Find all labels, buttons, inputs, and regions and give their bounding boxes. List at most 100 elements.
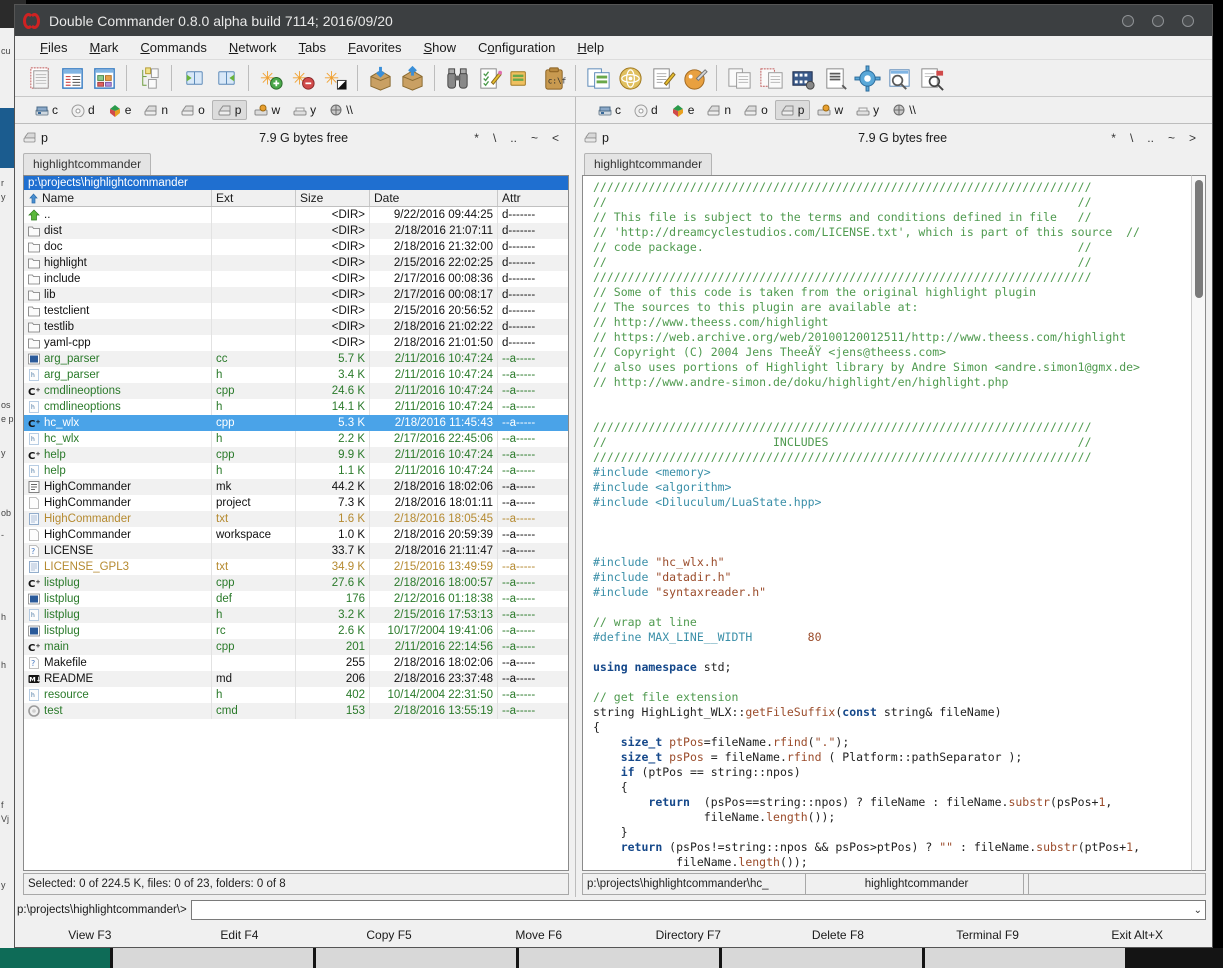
toolbar-button-pack[interactable]	[365, 63, 395, 93]
column-header-attr[interactable]: Attr	[498, 190, 558, 206]
table-row[interactable]: HighCommander txt 1.6 K 2/18/2016 18:05:45-…	[24, 511, 568, 527]
drive-button-n[interactable]: n	[701, 100, 737, 120]
toolbar-button-unpack[interactable]	[397, 63, 427, 93]
toolbar-button-open-right[interactable]	[211, 63, 241, 93]
left-nav-button[interactable]: <	[552, 131, 559, 145]
taskbar-item[interactable]	[925, 948, 1125, 968]
table-row[interactable]: highlight <DIR> 2/15/2016 22:02:25 d-------	[24, 255, 568, 271]
column-header-date[interactable]: Date	[370, 190, 498, 206]
function-key-terminal[interactable]: Terminal F9	[913, 923, 1063, 947]
table-row[interactable]: h hc_wlx h 2.2 K 2/17/2016 22:45:06 --a-----	[24, 431, 568, 447]
right-drive-indicator[interactable]: p	[584, 131, 694, 145]
table-row[interactable]: ? Makefile 255 2/18/2016 18:02:06 --a-----	[24, 655, 568, 671]
maximize-button[interactable]	[1152, 14, 1164, 27]
table-row[interactable]: C⁺ hc_wlx cpp 5.3 K 2/18/2016 11:45:43 --a---…	[24, 415, 568, 431]
table-row[interactable]: LICENSE_GPL3 txt 34.9 K 2/15/2016 13:49:59-…	[24, 559, 568, 575]
left-nav-button[interactable]: ~	[531, 131, 538, 145]
right-nav-button[interactable]: >	[1189, 131, 1196, 145]
toolbar-button-thumbnailview[interactable]	[89, 63, 119, 93]
table-row[interactable]: C⁺ help cpp 9.9 K 2/11/2016 10:47:24 --a-----	[24, 447, 568, 463]
toolbar-button-zoom-window[interactable]	[884, 63, 914, 93]
toolbar-button-cmdx[interactable]: c:\f.x	[538, 63, 568, 93]
toolbar-button-compare[interactable]	[724, 63, 754, 93]
table-row[interactable]: yaml-cpp <DIR> 2/18/2016 21:01:50 d-------	[24, 335, 568, 351]
table-row[interactable]: lib <DIR> 2/17/2016 00:08:17 d-------	[24, 287, 568, 303]
menu-item-network[interactable]: Network	[218, 38, 288, 57]
table-row[interactable]: doc <DIR> 2/18/2016 21:32:00 d-------	[24, 239, 568, 255]
function-key-exit[interactable]: Exit Alt+X	[1062, 923, 1212, 947]
taskbar-active-item[interactable]	[0, 948, 110, 968]
menu-item-mark[interactable]: Mark	[78, 38, 129, 57]
drive-button-o[interactable]: o	[738, 100, 774, 120]
toolbar-button-paint[interactable]	[679, 63, 709, 93]
table-row[interactable]: h arg_parser h 3.4 K 2/11/2016 10:47:24 --a--…	[24, 367, 568, 383]
drive-button-network[interactable]: \\	[323, 100, 359, 120]
left-path-bar[interactable]: p:\projects\highlightcommander	[24, 176, 568, 190]
toolbar-button-open-left[interactable]	[179, 63, 209, 93]
left-nav-button[interactable]: \	[493, 131, 496, 145]
taskbar-item[interactable]	[113, 948, 313, 968]
table-row[interactable]: M↓ README md2062/18/2016 23:37:48 --a-----	[24, 671, 568, 687]
toolbar-button-editor[interactable]	[647, 63, 677, 93]
table-row[interactable]: dist <DIR> 2/18/2016 21:07:11 d-------	[24, 223, 568, 239]
drive-button-n[interactable]: n	[138, 100, 174, 120]
scrollbar-thumb[interactable]	[1195, 180, 1203, 298]
file-viewer[interactable]: ////////////////////////////////////////…	[582, 175, 1191, 871]
toolbar-button-view-file[interactable]	[820, 63, 850, 93]
function-key-edit[interactable]: Edit F4	[165, 923, 315, 947]
table-row[interactable]: listplug def 176 2/12/2016 01:18:38 --a-----	[24, 591, 568, 607]
toolbar-button-mark-invert[interactable]: ✳	[320, 63, 350, 93]
function-key-delete[interactable]: Delete F8	[763, 923, 913, 947]
right-nav-button[interactable]: ..	[1147, 131, 1154, 145]
toolbar-button-mark-plus[interactable]: ✳	[256, 63, 286, 93]
drive-button-network[interactable]: \\	[886, 100, 922, 120]
minimize-button[interactable]	[1122, 14, 1134, 27]
menu-item-favorites[interactable]: Favorites	[337, 38, 412, 57]
drive-button-o[interactable]: o	[175, 100, 211, 120]
table-row[interactable]: HighCommander workspace 1.0 K 2/18/2016 20:…	[24, 527, 568, 543]
left-file-list[interactable]: p:\projects\highlightcommander Name Ext …	[23, 175, 569, 871]
table-row[interactable]: test cmd 153 2/18/2016 13:55:19 --a-----	[24, 703, 568, 719]
drive-button-p[interactable]: p	[211, 100, 248, 120]
toolbar-button-detailedview[interactable]	[57, 63, 87, 93]
function-key-view[interactable]: View F3	[15, 923, 165, 947]
table-row[interactable]: ? LICENSE 33.7 K 2/18/2016 21:11:47 --a-----	[24, 543, 568, 559]
table-row[interactable]: listplug rc 2.6 K 10/17/2004 19:41:06 --a---…	[24, 623, 568, 639]
drive-button-y[interactable]: y	[287, 100, 322, 120]
table-row[interactable]: include <DIR> 2/17/2016 00:08:36 d-------	[24, 271, 568, 287]
menu-item-show[interactable]: Show	[412, 38, 467, 57]
table-row[interactable]: C⁺ cmdlineoptions cpp 24.6 K 2/11/2016 10:47…	[24, 383, 568, 399]
table-row[interactable]: C⁺ main cpp 201 2/11/2016 22:14:56 --a-----	[24, 639, 568, 655]
drive-button-c[interactable]: c	[592, 100, 627, 120]
left-nav-button[interactable]: *	[474, 131, 479, 145]
table-row[interactable]: C⁺ listplug cpp 27.6 K 2/18/2016 18:00:57 --a…	[24, 575, 568, 591]
function-key-copy[interactable]: Copy F5	[314, 923, 464, 947]
menu-item-help[interactable]: Help	[566, 38, 615, 57]
right-tab-highlightcommander[interactable]: highlightcommander	[584, 153, 713, 175]
toolbar-button-options-gear[interactable]	[852, 63, 882, 93]
drive-button-e[interactable]: e	[665, 100, 701, 120]
taskbar-item[interactable]	[722, 948, 922, 968]
table-row[interactable]: h listplug h 3.2 K 2/15/2016 17:53:13 --a----…	[24, 607, 568, 623]
column-header-size[interactable]: Size	[296, 190, 370, 206]
chevron-down-icon[interactable]: ⌄	[1194, 905, 1202, 916]
toolbar-button-multirename[interactable]	[474, 63, 504, 93]
viewer-vertical-scrollbar[interactable]	[1191, 175, 1206, 871]
drive-button-w[interactable]: w	[811, 100, 849, 120]
drive-button-d[interactable]: d	[65, 100, 101, 120]
left-nav-button[interactable]: ..	[510, 131, 517, 145]
taskbar-item[interactable]	[316, 948, 516, 968]
table-row[interactable]: HighCommander project 7.3 K 2/18/2016 18:01…	[24, 495, 568, 511]
drive-button-e[interactable]: e	[102, 100, 138, 120]
column-header-name[interactable]: Name	[24, 190, 212, 206]
left-tab-highlightcommander[interactable]: highlightcommander	[23, 153, 152, 175]
menu-item-files[interactable]: Files	[29, 38, 78, 57]
right-nav-button[interactable]: *	[1111, 131, 1116, 145]
left-drive-indicator[interactable]: p	[23, 131, 133, 145]
menu-item-tabs[interactable]: Tabs	[288, 38, 337, 57]
close-button[interactable]	[1182, 14, 1194, 27]
function-key-directory[interactable]: Directory F7	[614, 923, 764, 947]
table-row[interactable]: testclient <DIR> 2/15/2016 20:56:52 d------…	[24, 303, 568, 319]
table-row[interactable]: .. <DIR> 9/22/2016 09:44:25 d-------	[24, 207, 568, 223]
right-nav-button[interactable]: ~	[1168, 131, 1175, 145]
